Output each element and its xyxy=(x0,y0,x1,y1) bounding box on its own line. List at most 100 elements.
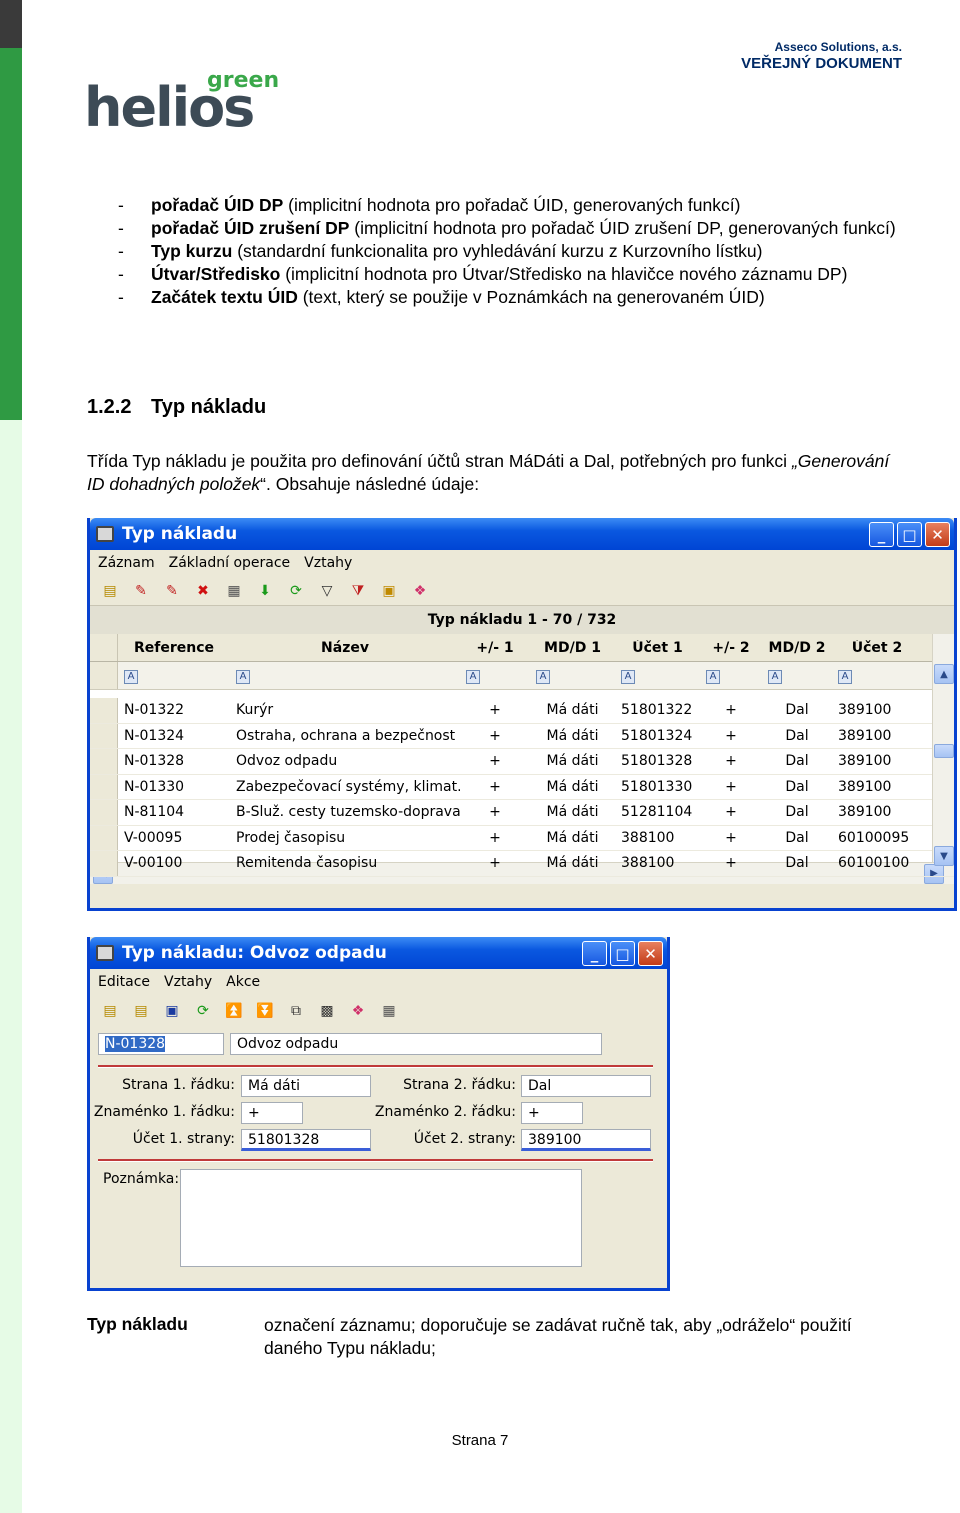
bullet-item: - pořadač ÚID zrušení DP (implicitní hodn… xyxy=(118,218,896,238)
row-selector[interactable] xyxy=(90,723,118,748)
minimize-button[interactable]: _ xyxy=(582,941,607,966)
edit-copy-icon[interactable]: ✎ xyxy=(160,580,184,602)
helios-green-logo: green helios xyxy=(84,68,279,139)
vertical-scrollbar[interactable]: ▲ ▼ xyxy=(932,634,954,866)
reference-field[interactable]: N-01328 xyxy=(98,1033,224,1055)
table-row[interactable]: V-00100 Remitenda časopisu + Má dáti 388100 +… xyxy=(90,851,954,877)
note-textarea[interactable] xyxy=(180,1169,582,1267)
table-cell: B-Služ. cesty tuzemsko-doprava xyxy=(236,804,460,821)
account1-label: Účet 1. strany: xyxy=(132,1131,235,1147)
relations-icon[interactable]: ❖ xyxy=(346,999,370,1021)
col-mdd2[interactable]: MD/D 2 xyxy=(762,640,832,656)
separator-line xyxy=(98,1159,653,1162)
table-row[interactable]: N-01328 Odvoz odpadu + Má dáti 51801328 + Dal 3… xyxy=(90,749,954,775)
table-cell: Má dáti xyxy=(546,727,599,744)
table-row[interactable]: N-01324 Ostraha, ochrana a bezpečnost + Má … xyxy=(90,723,954,749)
print-icon[interactable]: ▦ xyxy=(222,580,246,602)
account2-field[interactable]: 389100 xyxy=(521,1129,651,1151)
list-window-titlebar[interactable]: Typ nákladu _ □ ✕ xyxy=(90,518,954,550)
menu-zaznam[interactable]: Záznam xyxy=(98,555,155,571)
filter-box-icon[interactable]: A xyxy=(466,670,480,684)
table-row[interactable]: N-81104 B-Služ. cesty tuzemsko-doprava + Má… xyxy=(90,800,954,826)
account1-field[interactable]: 51801328 xyxy=(241,1129,371,1151)
scroll-down-icon[interactable]: ▼ xyxy=(934,846,954,866)
filter-toggle-icon[interactable] xyxy=(90,662,118,689)
menu-vztahy[interactable]: Vztahy xyxy=(164,974,212,990)
copy-record-icon[interactable]: ▤ xyxy=(129,999,153,1021)
row-selector[interactable] xyxy=(90,851,118,876)
relations-icon[interactable]: ❖ xyxy=(408,580,432,602)
sign2-field[interactable]: + xyxy=(521,1102,583,1124)
filter-box-icon[interactable]: A xyxy=(236,670,250,684)
page-number: Strana 7 xyxy=(451,1432,509,1449)
close-button[interactable]: ✕ xyxy=(638,941,663,966)
grid-settings-icon[interactable] xyxy=(90,634,118,661)
delete-record-icon[interactable]: ✖ xyxy=(191,580,215,602)
detail-menubar: Editace Vztahy Akce xyxy=(90,969,667,995)
table-cell: Dal xyxy=(785,855,809,872)
table-row[interactable]: V-00095 Prodej časopisu + Má dáti 388100 + Dal… xyxy=(90,825,954,851)
col-mdd1[interactable]: MD/D 1 xyxy=(530,640,615,656)
refresh-icon[interactable]: ⟳ xyxy=(284,580,308,602)
menu-vztahy[interactable]: Vztahy xyxy=(304,555,352,571)
scroll-up-icon[interactable]: ▲ xyxy=(934,664,954,684)
side1-field[interactable]: Má dáti xyxy=(241,1075,371,1097)
row-selector[interactable] xyxy=(90,800,118,825)
side2-field[interactable]: Dal xyxy=(521,1075,651,1097)
copy-icon[interactable]: ⧉ xyxy=(284,999,308,1021)
definition-term: Typ nákladu xyxy=(87,1314,188,1334)
save-icon[interactable]: ▣ xyxy=(160,999,184,1021)
sidebar-dark-strip xyxy=(0,0,22,48)
row-selector[interactable] xyxy=(90,825,118,850)
sign1-field[interactable]: + xyxy=(241,1102,303,1124)
close-button[interactable]: ✕ xyxy=(925,522,950,547)
row-selector[interactable] xyxy=(90,774,118,799)
maximize-button[interactable]: □ xyxy=(610,941,635,966)
name-field[interactable]: Odvoz odpadu xyxy=(230,1033,602,1055)
refresh-icon[interactable]: ⟳ xyxy=(191,999,215,1021)
table-cell: + xyxy=(489,702,501,719)
table-cell: Má dáti xyxy=(546,855,599,872)
folders-icon[interactable]: ▣ xyxy=(377,580,401,602)
table-row[interactable]: N-01330 Zabezpečovací systémy, klimat... +… xyxy=(90,774,954,800)
print-icon[interactable]: ▦ xyxy=(377,999,401,1021)
col-ucet1[interactable]: Účet 1 xyxy=(615,640,700,656)
table-cell: 60100095 xyxy=(838,829,910,846)
detail-window-titlebar[interactable]: Typ nákladu: Odvoz odpadu _ □ ✕ xyxy=(90,937,667,969)
account2-label: Účet 2. strany: xyxy=(413,1131,516,1147)
menu-editace[interactable]: Editace xyxy=(98,974,150,990)
col-reference[interactable]: Reference xyxy=(118,640,230,656)
arrow-down-icon[interactable]: ⬇ xyxy=(253,580,277,602)
table-row[interactable]: N-01322 Kurýr + Má dáti 51801322 + Dal 389100 xyxy=(90,698,954,724)
table-cell: Dal xyxy=(785,702,809,719)
col-ucet2[interactable]: Účet 2 xyxy=(832,640,922,656)
side1-label: Strana 1. řádku: xyxy=(122,1077,235,1093)
row-selector[interactable] xyxy=(90,749,118,774)
paste-icon[interactable]: ▩ xyxy=(315,999,339,1021)
maximize-button[interactable]: □ xyxy=(897,522,922,547)
col-sign1[interactable]: +/- 1 xyxy=(460,640,530,656)
scroll-thumb[interactable] xyxy=(934,744,954,758)
new-record-icon[interactable]: ▤ xyxy=(98,580,122,602)
previous-record-icon[interactable]: ⏫ xyxy=(222,999,246,1021)
menu-akce[interactable]: Akce xyxy=(226,974,260,990)
table-cell: + xyxy=(725,702,737,719)
menu-zakladni-operace[interactable]: Základní operace xyxy=(169,555,291,571)
detail-form: N-01328 Odvoz odpadu Strana 1. řádku: Má… xyxy=(90,1025,667,1285)
filter-clear-icon[interactable]: ⧩ xyxy=(346,580,370,602)
filter-box-icon[interactable]: A xyxy=(768,670,782,684)
col-sign2[interactable]: +/- 2 xyxy=(700,640,762,656)
new-record-icon[interactable]: ▤ xyxy=(98,999,122,1021)
col-nazev[interactable]: Název xyxy=(230,640,460,656)
filter-box-icon[interactable]: A xyxy=(536,670,550,684)
filter-box-icon[interactable]: A xyxy=(124,670,138,684)
row-selector[interactable] xyxy=(90,698,118,723)
side2-label: Strana 2. řádku: xyxy=(403,1077,516,1093)
edit-record-icon[interactable]: ✎ xyxy=(129,580,153,602)
filter-box-icon[interactable]: A xyxy=(621,670,635,684)
filter-box-icon[interactable]: A xyxy=(838,670,852,684)
minimize-button[interactable]: _ xyxy=(869,522,894,547)
next-record-icon[interactable]: ⏬ xyxy=(253,999,277,1021)
filter-box-icon[interactable]: A xyxy=(706,670,720,684)
filter-icon[interactable]: ▽ xyxy=(315,580,339,602)
